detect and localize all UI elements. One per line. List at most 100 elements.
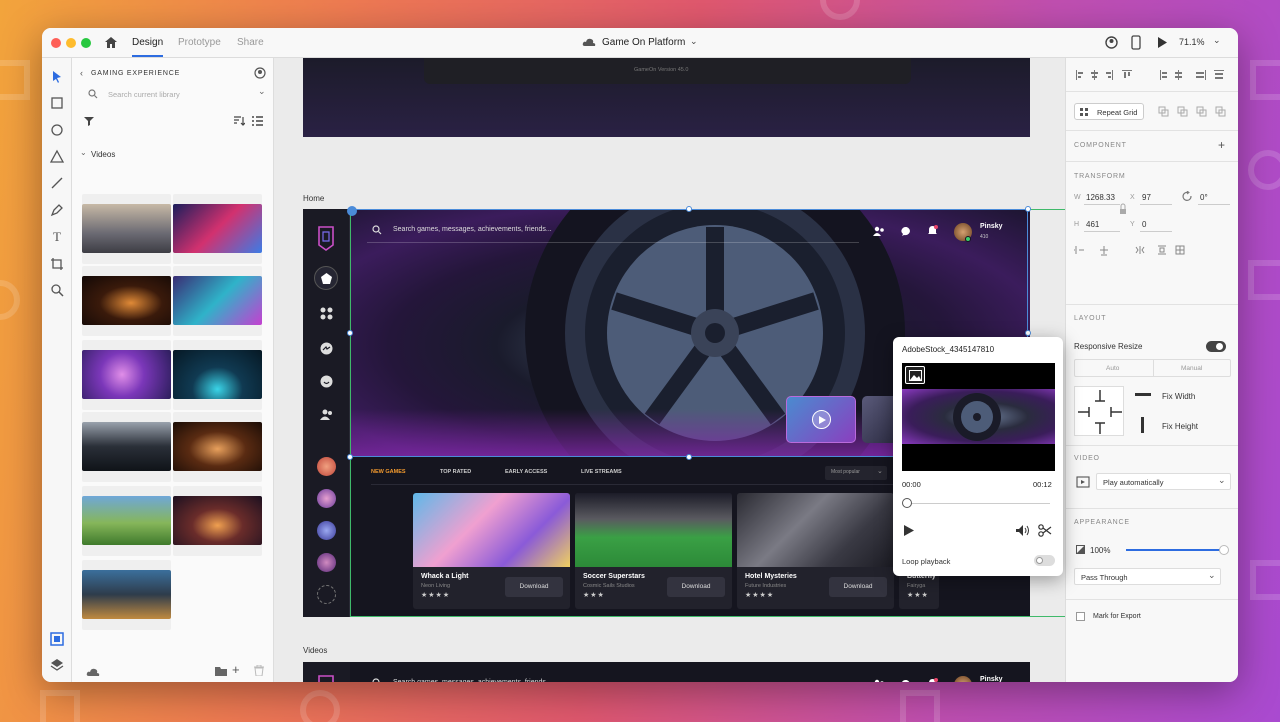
grid-icon[interactable] <box>320 307 333 320</box>
list-view-icon[interactable] <box>252 116 263 126</box>
width-input[interactable]: 1268.33 <box>1086 193 1115 202</box>
video-player-frame[interactable] <box>902 363 1055 471</box>
messenger-icon[interactable] <box>320 342 333 355</box>
opacity-slider-thumb[interactable] <box>1219 545 1229 555</box>
ellipse-tool-icon[interactable] <box>48 121 66 139</box>
trim-scissors-icon[interactable] <box>1038 524 1052 537</box>
video-thumbnail[interactable] <box>173 422 262 471</box>
height-input[interactable]: 461 <box>1086 220 1099 229</box>
opacity-slider-track[interactable] <box>1126 545 1229 555</box>
video-thumbnail[interactable] <box>173 496 262 545</box>
friend-avatar[interactable] <box>317 521 336 540</box>
home-icon[interactable] <box>104 36 118 49</box>
video-thumbnail[interactable] <box>82 350 171 399</box>
zoom-level[interactable]: 71.1% <box>1179 37 1205 47</box>
folder-icon[interactable] <box>215 666 227 676</box>
close-window-button[interactable] <box>51 38 61 48</box>
tab-live-streams[interactable]: LIVE STREAMS <box>581 469 622 475</box>
video-thumbnail[interactable] <box>173 204 262 253</box>
add-component-icon[interactable]: + <box>1218 138 1225 152</box>
chat-icon[interactable] <box>901 679 912 682</box>
x-input[interactable]: 97 <box>1142 193 1151 202</box>
blend-mode-dropdown[interactable]: Pass Through ⌄ <box>1074 568 1221 585</box>
constraints-widget[interactable] <box>1074 386 1124 436</box>
artboard-tool-icon[interactable] <box>48 255 66 273</box>
tab-share[interactable]: Share <box>237 37 264 48</box>
video-thumbnail[interactable] <box>173 350 262 399</box>
opacity-value[interactable]: 100% <box>1090 546 1110 555</box>
game-card[interactable]: Soccer Superstars Cosmic Sails Studios ★… <box>575 493 732 609</box>
nav-home-button[interactable] <box>314 266 338 290</box>
video-thumbnail[interactable] <box>82 570 171 619</box>
boolean-ops-icons[interactable] <box>1158 106 1234 117</box>
top-artboard[interactable]: GameOn Version 45.0 <box>303 58 1030 137</box>
video-thumbnail[interactable] <box>82 496 171 545</box>
videos-artboard[interactable]: Search games, messages, achievements, fr… <box>303 662 1030 682</box>
fix-height-icon[interactable] <box>1139 416 1147 434</box>
lock-aspect-icon[interactable] <box>1120 203 1126 215</box>
resize-handle[interactable] <box>686 206 692 212</box>
videos-artboard-label[interactable]: Videos <box>303 646 327 655</box>
document-title[interactable]: Game On Platform <box>602 37 685 48</box>
play-preview-icon[interactable] <box>1157 37 1167 48</box>
resize-handle[interactable] <box>1025 330 1031 336</box>
resize-handle[interactable] <box>347 206 357 216</box>
add-friend-button[interactable] <box>317 585 336 604</box>
manual-option[interactable]: Manual <box>1181 365 1202 372</box>
video-scrubber-thumb[interactable] <box>902 498 912 508</box>
friend-avatar[interactable] <box>317 553 336 572</box>
chevron-down-icon[interactable]: ⌄ <box>690 36 698 47</box>
section-chevron-icon[interactable]: ⌄ <box>80 148 87 157</box>
app-search-input[interactable]: Search games, messages, achievements, fr… <box>393 679 552 682</box>
clock-icon[interactable] <box>320 375 333 388</box>
friend-avatar[interactable] <box>317 489 336 508</box>
tab-top-rated[interactable]: TOP RATED <box>440 469 471 475</box>
user-avatar[interactable] <box>954 676 972 682</box>
video-scrubber-track[interactable] <box>902 498 1050 508</box>
rectangle-tool-icon[interactable] <box>48 94 66 112</box>
y-input[interactable]: 0 <box>1142 220 1146 229</box>
pen-tool-icon[interactable] <box>48 201 66 219</box>
resize-handle[interactable] <box>1025 206 1031 212</box>
minimize-window-button[interactable] <box>66 38 76 48</box>
polygon-tool-icon[interactable] <box>48 148 66 166</box>
rotation-input[interactable]: 0° <box>1200 193 1208 202</box>
back-chevron-icon[interactable]: ‹ <box>80 68 83 78</box>
select-arrow-icon[interactable] <box>48 68 66 86</box>
download-button[interactable]: Download <box>829 577 887 597</box>
video-thumbnail[interactable] <box>82 276 171 325</box>
video-thumbnail[interactable] <box>173 276 262 325</box>
trash-icon[interactable] <box>254 665 264 676</box>
friends-icon[interactable] <box>320 409 334 421</box>
tab-design[interactable]: Design <box>132 37 164 57</box>
line-tool-icon[interactable] <box>48 174 66 192</box>
tab-early-access[interactable]: EARLY ACCESS <box>505 469 547 475</box>
friends-icon[interactable] <box>873 679 885 682</box>
maximize-window-button[interactable] <box>81 38 91 48</box>
download-button[interactable]: Download <box>505 577 563 597</box>
mark-export-checkbox[interactable] <box>1076 612 1085 621</box>
filter-icon[interactable] <box>84 116 94 126</box>
play-icon[interactable] <box>904 525 914 536</box>
tab-prototype[interactable]: Prototype <box>178 37 221 48</box>
search-dropdown-chevron-icon[interactable]: ⌄ <box>258 86 266 97</box>
text-tool-icon[interactable]: T <box>48 228 66 246</box>
library-search-input[interactable]: Search current library <box>108 90 180 99</box>
libraries-icon[interactable] <box>48 630 66 648</box>
fix-width-icon[interactable] <box>1134 391 1152 399</box>
add-icon[interactable]: + <box>232 662 240 677</box>
zoom-chevron-icon[interactable]: ⌄ <box>1213 35 1221 46</box>
sort-icon[interactable] <box>234 116 245 126</box>
responsive-resize-toggle[interactable] <box>1206 341 1226 352</box>
volume-icon[interactable] <box>1016 525 1030 536</box>
video-playback-dropdown[interactable]: Play automatically ⌄ <box>1096 473 1231 490</box>
resize-handle[interactable] <box>347 454 353 460</box>
resize-handle[interactable] <box>347 330 353 336</box>
mobile-preview-icon[interactable] <box>1131 35 1141 50</box>
flip-distribute-icons[interactable] <box>1074 244 1234 256</box>
video-thumbnail[interactable] <box>82 422 171 471</box>
tab-new-games[interactable]: NEW GAMES <box>371 469 406 475</box>
poster-frame-button[interactable] <box>905 366 925 384</box>
loop-playback-toggle[interactable] <box>1034 555 1055 566</box>
zoom-tool-icon[interactable] <box>48 281 66 299</box>
